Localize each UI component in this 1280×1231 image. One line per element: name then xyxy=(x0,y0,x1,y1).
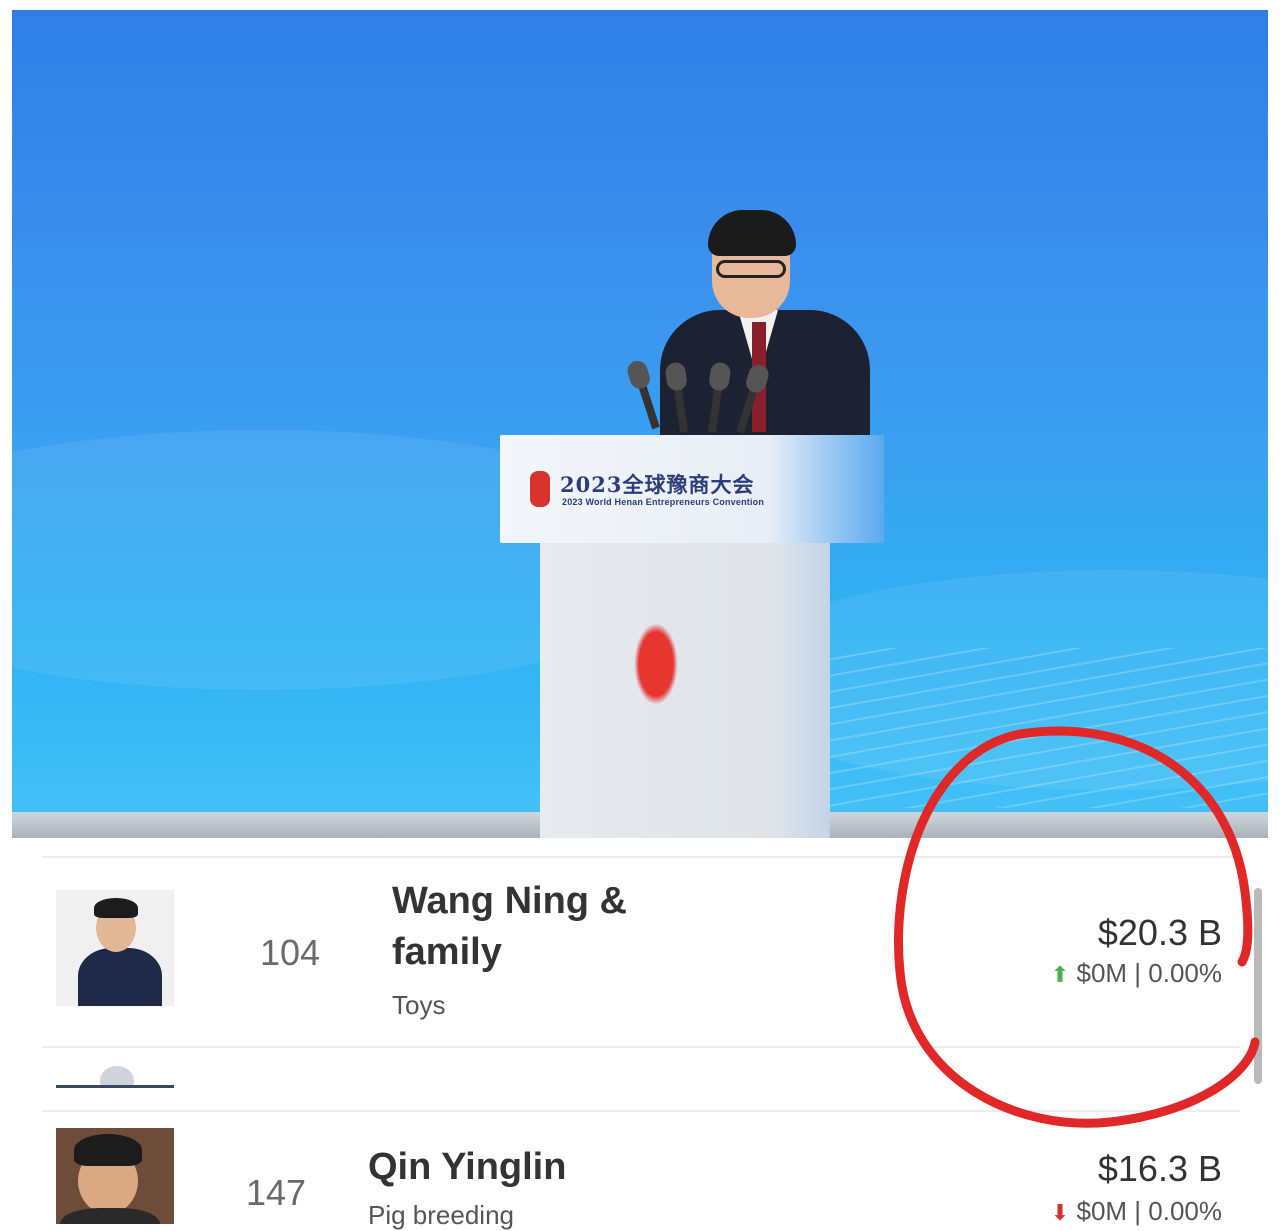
partial-list-item xyxy=(56,1064,174,1088)
avatar xyxy=(56,1128,174,1224)
highlight-circle-annotation xyxy=(894,726,1260,1128)
avatar xyxy=(56,890,174,1006)
arrow-down-icon: ⬇ xyxy=(1050,1200,1070,1225)
net-worth-change: ⬇ $0M | 0.00% xyxy=(1050,1196,1222,1226)
podium-subtitle: 2023 World Henan Entrepreneurs Conventio… xyxy=(562,497,765,507)
net-worth: $16.3 B xyxy=(1097,1148,1222,1189)
person-name[interactable]: Wang Ning & family xyxy=(392,876,627,978)
podium-title: 2023全球豫商大会 xyxy=(560,472,755,497)
speaker-figure xyxy=(660,210,870,450)
industry-label: Toys xyxy=(392,990,446,1020)
rank-number: 147 xyxy=(246,1172,307,1213)
person-name[interactable]: Qin Yinglin xyxy=(368,1142,566,1193)
podium-banner: 2023全球豫商大会 2023 World Henan Entrepreneur… xyxy=(500,435,884,543)
glasses xyxy=(716,260,786,278)
podium xyxy=(540,543,830,838)
seal-icon xyxy=(530,471,550,507)
rank-number: 104 xyxy=(260,932,321,973)
industry-label: Pig breeding xyxy=(368,1200,514,1230)
podium-seal-logo xyxy=(634,623,678,705)
